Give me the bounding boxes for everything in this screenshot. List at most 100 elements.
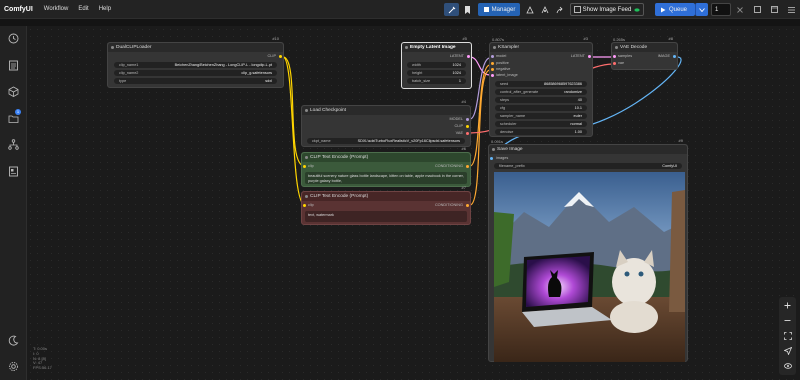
menu-help[interactable]: Help: [94, 6, 116, 12]
sidebar-node-library[interactable]: [7, 85, 19, 97]
widget-clip-name2[interactable]: clip_name2 clip_g.safetensors: [114, 70, 277, 76]
queue-options-dropdown[interactable]: [695, 3, 708, 16]
input-positive-socket[interactable]: [491, 62, 494, 65]
output-conditioning-socket[interactable]: [466, 165, 469, 168]
widget-value: 1: [458, 79, 461, 83]
node-vae-decode[interactable]: #8 VAE Decode IMAGE samples vae: [611, 36, 678, 70]
toggle-focus-button[interactable]: [768, 3, 780, 16]
widget-value: 40: [577, 98, 582, 102]
output-clip-socket[interactable]: [466, 125, 469, 128]
output-vae-socket[interactable]: [466, 132, 469, 135]
focus-mode-button[interactable]: [444, 3, 459, 16]
input-samples-label: samples: [618, 54, 633, 58]
widget-label: control_after_generate: [500, 90, 539, 94]
show-image-feed-label: Show Image Feed: [582, 6, 632, 13]
input-clip-socket[interactable]: [303, 204, 306, 207]
node-save-image[interactable]: #9 Save Image images filename_prefix Comf…: [488, 138, 688, 362]
widget-ckpt-name[interactable]: ckpt_name SDXL\sdxlTurboFluxRealisticV_v2…: [307, 138, 465, 144]
node-id: #8: [668, 36, 673, 41]
sidebar-history[interactable]: [7, 32, 19, 44]
toggle-bottom-panel-button[interactable]: [751, 3, 763, 16]
user-manager-button[interactable]: [538, 3, 551, 16]
share-button[interactable]: [553, 3, 566, 16]
output-latent-socket[interactable]: [467, 55, 470, 58]
workflows-icon: [7, 138, 19, 150]
menu-workflow[interactable]: Workflow: [39, 6, 74, 12]
input-latent-socket[interactable]: [491, 74, 494, 77]
node-clip-text-encode-negative[interactable]: #7 CLIP Text Encode (Prompt) clip CONDIT…: [301, 185, 471, 225]
node-load-checkpoint[interactable]: #4 Load Checkpoint MODEL CLIP VAE ckpt_n…: [301, 99, 471, 147]
widget-type[interactable]: type sdxl: [114, 78, 277, 84]
moon-icon: [8, 335, 18, 346]
input-model-socket[interactable]: [491, 55, 494, 58]
zoom-in-button[interactable]: [782, 300, 793, 311]
prompt-textarea[interactable]: beautiful scenery nature glass bottle la…: [305, 172, 467, 184]
output-model-socket[interactable]: [466, 118, 469, 121]
stat-line: FPS:56.17: [33, 365, 52, 371]
input-clip-socket[interactable]: [303, 165, 306, 168]
node-empty-latent-image[interactable]: #5 Empty Latent Image LATENT width 1024 h…: [401, 36, 472, 89]
queue-button[interactable]: Queue: [655, 3, 695, 16]
output-image-socket[interactable]: [673, 55, 676, 58]
widget-batch-size[interactable]: batch_size 1: [407, 78, 466, 84]
widget-value: BeichenZhang/BeichenZhang - LongCLIP-L -…: [174, 63, 272, 67]
input-samples-socket[interactable]: [613, 55, 616, 58]
output-clip-label: CLIP: [454, 124, 463, 128]
eye-icon: [634, 7, 640, 12]
input-images-label: images: [496, 156, 509, 160]
widget-clip-name1[interactable]: clip_name1 BeichenZhang/BeichenZhang - Lo…: [114, 62, 277, 68]
manager-button[interactable]: Manager: [478, 3, 520, 16]
model-manager-button[interactable]: [523, 3, 536, 16]
sidebar-workflows[interactable]: [7, 138, 19, 150]
sidebar-queue[interactable]: [7, 59, 19, 71]
input-negative-socket[interactable]: [491, 68, 494, 71]
output-conditioning-label: CONDITIONING: [434, 164, 463, 168]
output-latent-socket[interactable]: [588, 55, 591, 58]
widget-value: 10.1: [574, 106, 582, 110]
batch-count-input[interactable]: 1: [711, 3, 731, 16]
widget-label: filename_prefix: [499, 164, 525, 168]
zoom-out-button[interactable]: [782, 315, 793, 326]
notification-badge: 1: [15, 109, 21, 115]
widget-height[interactable]: height 1024: [407, 70, 466, 76]
widget-cfg[interactable]: cfg 10.1: [495, 105, 587, 111]
widget-scheduler[interactable]: scheduler normal: [495, 121, 587, 127]
show-image-feed-button[interactable]: Show Image Feed: [570, 3, 644, 16]
node-title: Load Checkpoint: [302, 106, 470, 115]
input-clip-label: clip: [308, 164, 314, 168]
widget-steps[interactable]: steps 40: [495, 97, 587, 103]
output-vae-label: VAE: [455, 131, 463, 135]
robot-icon: [525, 5, 534, 13]
widget-denoise[interactable]: denoise 1.00: [495, 129, 587, 135]
broom-icon: [448, 6, 455, 13]
widget-seed[interactable]: seed 868586968597623386: [495, 81, 587, 87]
sidebar-theme-toggle[interactable]: [7, 334, 19, 346]
clear-queue-button[interactable]: [734, 3, 746, 16]
bookmark-icon: [465, 5, 470, 14]
sidebar-templates[interactable]: [7, 165, 19, 177]
widget-width[interactable]: width 1024: [407, 62, 466, 68]
bookmark-button[interactable]: [461, 3, 474, 16]
widget-value: 1024: [452, 63, 461, 67]
input-vae-socket[interactable]: [613, 62, 616, 65]
prompt-textarea[interactable]: text, watermark: [305, 211, 467, 222]
sidebar-model-library[interactable]: 1: [7, 109, 21, 124]
output-conditioning-socket[interactable]: [466, 204, 469, 207]
widget-control-after-generate[interactable]: control_after_generate randomize: [495, 89, 587, 95]
input-images-socket[interactable]: [490, 157, 493, 160]
input-clip-label: clip: [308, 203, 314, 207]
fit-view-button[interactable]: [782, 330, 793, 341]
node-ksampler[interactable]: #3 KSampler LATENT model positive negati…: [489, 36, 593, 137]
output-clip-socket[interactable]: [279, 55, 282, 58]
select-mode-button[interactable]: [782, 345, 793, 356]
hamburger-menu-button[interactable]: [785, 3, 797, 16]
node-clip-text-encode-positive[interactable]: #6 CLIP Text Encode (Prompt) clip CONDIT…: [301, 146, 471, 187]
menu-edit[interactable]: Edit: [73, 6, 93, 12]
workflow-tab-strip: Idle: [0, 19, 800, 33]
sidebar-settings[interactable]: [7, 360, 19, 372]
node-dualcliploader[interactable]: #10 DualCLIPLoader CLIP clip_name1 Beiche…: [107, 36, 284, 88]
widget-filename-prefix[interactable]: filename_prefix ComfyUI: [494, 163, 682, 169]
widget-label: clip_name1: [119, 63, 139, 67]
toggle-links-button[interactable]: [782, 360, 793, 371]
widget-sampler-name[interactable]: sampler_name euler: [495, 113, 587, 119]
